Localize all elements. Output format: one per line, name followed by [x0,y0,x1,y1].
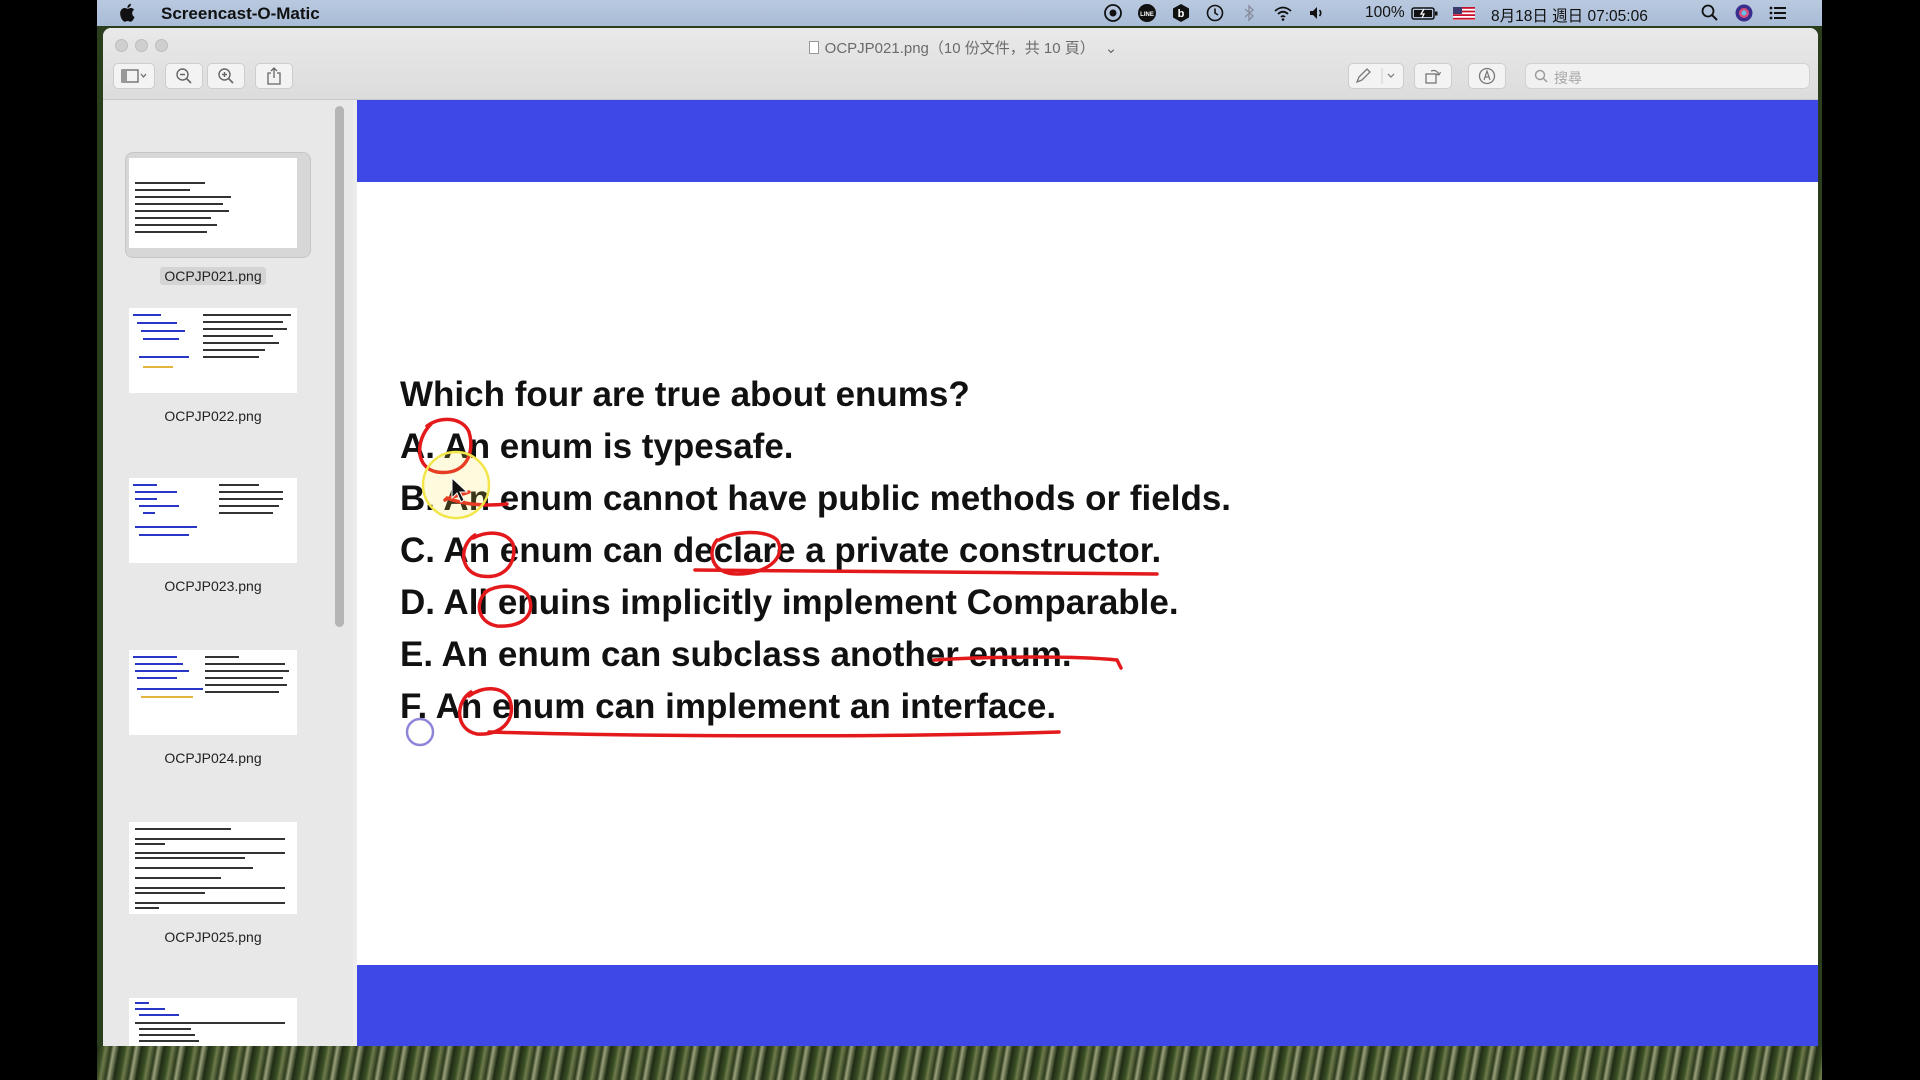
window-titlebar: OCPJP021.png（10 份文件，共 10 頁） ⌄ 搜尋 [103,28,1818,100]
search-placeholder: 搜尋 [1554,70,1582,86]
sidebar-toggle-button[interactable] [113,63,155,89]
menu-bar: Screencast-O-Matic LINE b 100% 8月18日 週日 … [97,0,1822,26]
battery-icon[interactable] [1411,3,1439,23]
volume-icon[interactable] [1307,3,1327,23]
b-app-icon[interactable]: b [1171,3,1191,23]
chevron-down-icon[interactable]: ⌄ [1105,40,1118,57]
desktop-wallpaper [97,1046,1822,1080]
thumbnail-sidebar: OCPJP021.png OCPJP022.png OCPJP023.png O… [103,100,353,1048]
window-title[interactable]: OCPJP021.png（10 份文件，共 10 頁） ⌄ [683,37,1243,58]
zoom-window-button[interactable] [155,39,168,52]
menu-bar-clock[interactable]: 8月18日 週日 07:05:06 [1491,4,1648,26]
bluetooth-icon[interactable] [1239,3,1259,23]
wifi-icon[interactable] [1273,3,1293,23]
pen-icon [1355,68,1395,84]
sidebar-item-label: OCPJP021.png [160,267,266,285]
option-f: F. An enum can implement an interface. [400,687,1057,726]
svg-text:b: b [1178,8,1185,20]
share-icon [267,67,281,85]
zoom-out-button[interactable] [165,63,203,89]
slide-footer-band [357,965,1818,1048]
siri-icon[interactable] [1734,3,1754,23]
thumbnail-image [129,998,297,1048]
option-b: B. An enum cannot have public methods or… [400,479,1232,518]
rotate-icon [1425,69,1442,84]
slide-header-band [357,100,1818,182]
us-flag-icon[interactable] [1453,3,1475,23]
markup-toolbar-button[interactable] [1468,63,1506,89]
thumbnail-image [129,158,297,248]
zoom-in-button[interactable] [207,63,245,89]
markup-pen-button[interactable] [1348,63,1404,89]
search-icon [1534,69,1548,83]
notification-center-icon[interactable] [1768,3,1788,23]
share-button[interactable] [255,63,293,89]
sidebar-item-label: OCPJP025.png [164,929,262,945]
sidebar-item-label: OCPJP022.png [164,408,262,424]
apple-icon[interactable] [119,3,135,22]
svg-text:LINE: LINE [1140,12,1154,18]
option-e: E. An enum can subclass another enum. [400,635,1072,674]
sidebar-scrollbar[interactable] [335,106,344,627]
battery-percent: 100% [1365,4,1405,21]
minimize-window-button[interactable] [135,39,148,52]
zoom-in-icon [218,68,234,84]
zoom-out-icon [176,68,192,84]
line-app-icon[interactable]: LINE [1137,3,1157,23]
sidebar-item-label: OCPJP024.png [164,750,262,766]
screen: Screencast-O-Matic LINE b 100% 8月18日 週日 … [97,0,1822,1080]
thumbnail-image [129,478,297,563]
thumbnail-image [129,822,297,914]
sidebar-item-label: OCPJP023.png [164,578,262,594]
preview-window: OCPJP021.png（10 份文件，共 10 頁） ⌄ 搜尋 OCPJP02… [103,28,1818,1048]
option-a: A. An enum is typesafe. [400,427,794,466]
question-text: Which four are true about enums? [400,375,970,414]
document-icon [808,41,819,54]
markup-icon [1478,67,1496,85]
document-page: Which four are true about enums? A. An e… [357,100,1818,1048]
search-input[interactable]: 搜尋 [1525,63,1810,89]
time-machine-icon[interactable] [1205,3,1225,23]
close-window-button[interactable] [115,39,128,52]
option-c: C. An enum can declare a private constru… [400,531,1162,570]
app-name[interactable]: Screencast-O-Matic [161,4,320,24]
spotlight-search-icon[interactable] [1700,3,1720,23]
thumbnail-image [129,308,297,393]
thumbnail-image [129,650,297,735]
window-title-text: OCPJP021.png（10 份文件，共 10 頁） [824,40,1095,57]
rotate-button[interactable] [1414,63,1452,89]
option-d: D. All enuins implicitly implement Compa… [400,583,1179,622]
sidebar-icon [121,69,147,83]
screencast-record-icon[interactable] [1103,3,1123,23]
